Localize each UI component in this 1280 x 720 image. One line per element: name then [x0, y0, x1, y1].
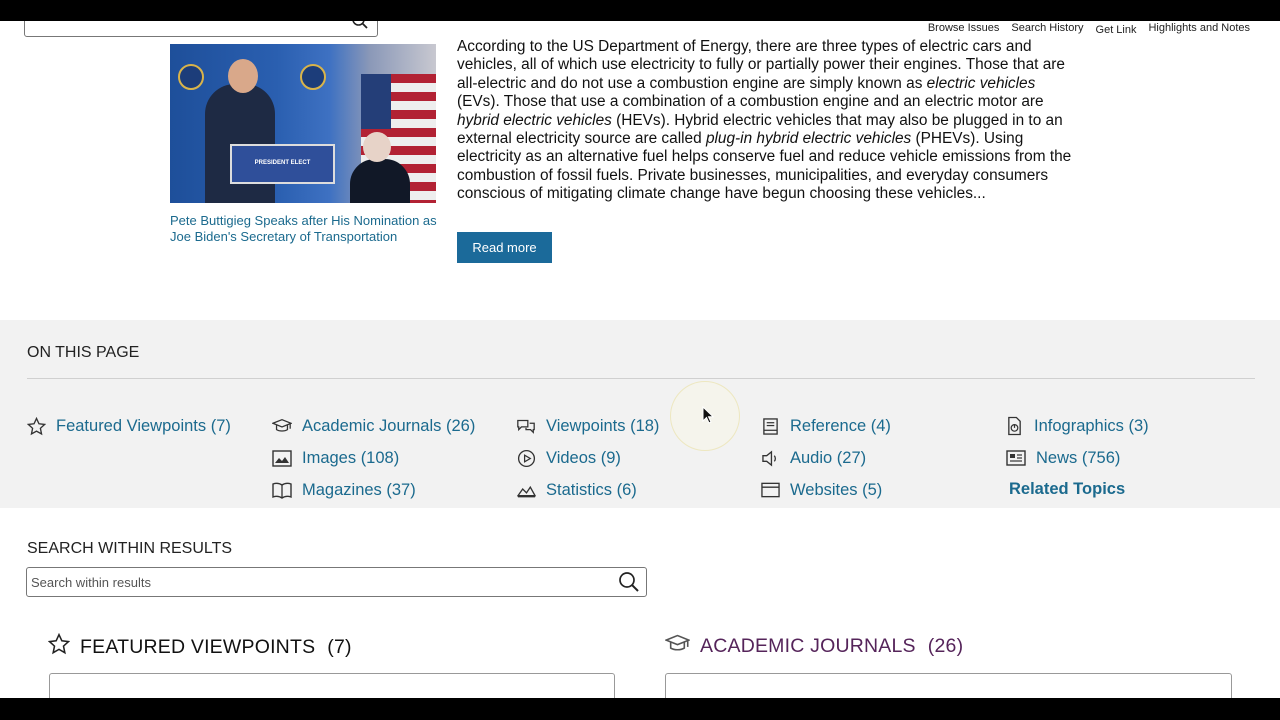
videos-link[interactable]: Videos (9)	[516, 448, 621, 468]
document-chart-icon	[1004, 416, 1024, 436]
play-icon	[516, 448, 536, 468]
podium: PRESIDENT ELECT	[230, 144, 335, 184]
page-viewport: Browse Issues Search History Get Link Hi…	[0, 21, 1280, 698]
academic-journals-link[interactable]: Academic Journals (26)	[272, 416, 475, 436]
graduation-cap-icon	[663, 633, 692, 660]
magazines-link[interactable]: Magazines (37)	[272, 480, 416, 500]
mouse-cursor-icon	[702, 405, 715, 429]
image-icon	[272, 448, 292, 468]
statistics-link[interactable]: Statistics (6)	[516, 480, 637, 500]
search-icon[interactable]	[351, 21, 369, 35]
article-summary: According to the US Department of Energy…	[457, 38, 1072, 203]
websites-link[interactable]: Websites (5)	[760, 480, 882, 500]
book-icon	[760, 416, 780, 436]
browse-issues-link[interactable]: Browse Issues	[928, 22, 1000, 36]
audio-link[interactable]: Audio (27)	[760, 448, 866, 468]
seal-graphic	[178, 64, 204, 90]
academic-journals-heading: ACADEMIC JOURNALS (26)	[663, 633, 963, 660]
news-link[interactable]: News (756)	[1006, 448, 1120, 468]
on-this-page-title: ON THIS PAGE	[27, 344, 140, 361]
read-more-button[interactable]: Read more	[457, 232, 552, 263]
search-within-input[interactable]	[31, 572, 611, 592]
top-search-input[interactable]	[24, 21, 378, 37]
related-topics-link[interactable]: Related Topics	[1009, 480, 1125, 499]
browser-window-icon	[760, 480, 780, 500]
open-book-icon	[272, 480, 292, 500]
podium-sign: PRESIDENT ELECT	[254, 160, 311, 166]
seated-figure	[350, 159, 410, 203]
featured-viewpoint-card[interactable]	[49, 673, 615, 698]
divider	[27, 378, 1255, 379]
featured-viewpoints-link[interactable]: Featured Viewpoints (7)	[26, 416, 231, 436]
reference-link[interactable]: Reference (4)	[760, 416, 891, 436]
academic-journal-card[interactable]	[665, 673, 1232, 698]
search-history-link[interactable]: Search History	[1011, 22, 1083, 36]
article-photo[interactable]: PRESIDENT ELECT	[170, 44, 436, 203]
search-within-title: SEARCH WITHIN RESULTS	[27, 540, 233, 557]
header-links: Browse Issues Search History Get Link Hi…	[928, 22, 1250, 36]
star-icon	[47, 632, 71, 661]
viewpoints-link[interactable]: Viewpoints (18)	[516, 416, 659, 436]
graduation-cap-icon	[272, 416, 292, 436]
images-link[interactable]: Images (108)	[272, 448, 399, 468]
featured-viewpoints-heading: FEATURED VIEWPOINTS (7)	[47, 632, 352, 661]
photo-caption[interactable]: Pete Buttigieg Speaks after His Nominati…	[170, 213, 440, 245]
search-icon[interactable]	[618, 571, 640, 598]
area-chart-icon	[516, 480, 536, 500]
search-within-box	[26, 567, 647, 597]
infographics-link[interactable]: Infographics (3)	[1004, 416, 1149, 436]
highlights-notes-link[interactable]: Highlights and Notes	[1148, 22, 1250, 36]
chat-bubbles-icon	[516, 416, 536, 436]
speaker-icon	[760, 448, 780, 468]
on-this-page-panel: ON THIS PAGE Featured Viewpoints (7) Aca…	[0, 320, 1280, 508]
newspaper-icon	[1006, 448, 1026, 468]
get-link-link[interactable]: Get Link	[1096, 24, 1137, 36]
star-icon	[26, 416, 46, 436]
